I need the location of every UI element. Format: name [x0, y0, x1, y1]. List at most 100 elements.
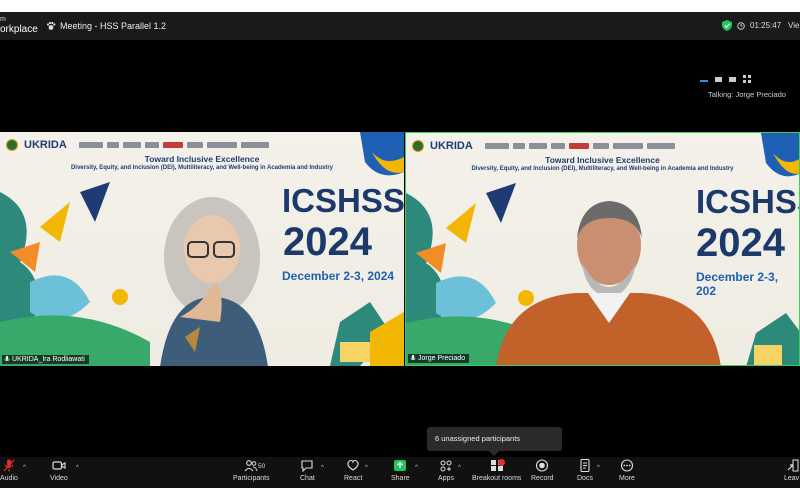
- participant-name: UKRIDA_Ira Rodliawati: [12, 356, 85, 363]
- video-tile-2[interactable]: UKRIDA Toward Inclusive Excellence Diver…: [405, 132, 800, 366]
- participants-label: Participants: [233, 475, 270, 482]
- chat-button[interactable]: Chat: [300, 459, 315, 482]
- sponsor-logos: UKRIDA: [406, 139, 799, 153]
- apps-label: Apps: [438, 475, 454, 482]
- stack-view-icon[interactable]: [729, 76, 736, 82]
- meeting-title-text: Meeting - HSS Parallel 1.2: [60, 21, 167, 31]
- leave-button[interactable]: Leav: [784, 459, 799, 482]
- share-label: Share: [391, 475, 410, 482]
- sponsor-logo: [206, 142, 237, 148]
- timer-text: 01:25:47: [750, 21, 782, 30]
- sponsor-logo: [106, 142, 119, 148]
- grid-view-icon[interactable]: [743, 75, 751, 83]
- video-camera-icon: [52, 461, 66, 470]
- more-button[interactable]: More: [619, 459, 635, 482]
- sponsor-logo: [550, 143, 565, 149]
- chat-icon: [301, 460, 313, 472]
- chevron-up-icon[interactable]: ^: [458, 465, 461, 471]
- apps-icon: [440, 460, 452, 472]
- video-button[interactable]: Video: [50, 459, 68, 482]
- more-icon: [620, 459, 634, 472]
- title-bar: m orkplace Meeting - HSS Parallel 1.2 01…: [0, 12, 800, 40]
- university-name: UKRIDA: [430, 140, 473, 152]
- breakout-label: Breakout rooms: [472, 475, 522, 482]
- banner-headline: Toward Inclusive Excellence Diversity, E…: [0, 154, 404, 171]
- speaker-view-icon[interactable]: [700, 80, 708, 82]
- sponsor-logo: [568, 143, 589, 149]
- meeting-timer[interactable]: 01:25:47: [722, 20, 781, 31]
- participant-video-icon: [496, 201, 721, 365]
- headline-title: Toward Inclusive Excellence: [144, 154, 260, 164]
- shield-icon: [722, 20, 732, 31]
- meeting-title: Meeting - HSS Parallel 1.2: [46, 21, 166, 31]
- mic-off-icon: [3, 459, 15, 472]
- chevron-up-icon[interactable]: ^: [23, 465, 26, 471]
- audio-button[interactable]: Audio: [0, 459, 18, 482]
- app-brand: m orkplace: [0, 15, 38, 35]
- document-icon: [580, 459, 590, 472]
- chevron-up-icon[interactable]: ^: [415, 465, 418, 471]
- top-edge: [0, 0, 800, 12]
- apps-button[interactable]: Apps: [438, 459, 454, 482]
- event-year: 2024: [283, 220, 372, 264]
- clock-icon: [737, 21, 745, 30]
- chevron-up-icon[interactable]: ^: [365, 465, 368, 471]
- sponsor-logo: [646, 143, 675, 149]
- participant-name-tag: Jorge Preciado: [408, 354, 470, 363]
- mic-muted-icon: [4, 356, 10, 362]
- record-icon: [536, 459, 549, 472]
- share-button[interactable]: Share: [391, 459, 410, 482]
- headline-subtitle: Diversity, Equity, and Inclusion (DEI), …: [471, 166, 734, 172]
- chevron-up-icon[interactable]: ^: [321, 465, 324, 471]
- more-label: More: [619, 475, 635, 482]
- notification-badge: [498, 459, 505, 466]
- view-button[interactable]: Vie: [788, 21, 799, 30]
- sponsor-logo: [162, 142, 183, 148]
- sponsor-logo: [484, 143, 509, 149]
- participant-name: Jorge Preciado: [418, 355, 466, 362]
- video-label: Video: [50, 475, 68, 482]
- breakout-tooltip: 6 unassigned participants: [427, 427, 562, 456]
- sponsor-logo: [528, 143, 547, 149]
- banner-headline: Toward Inclusive Excellence Diversity, E…: [406, 155, 799, 172]
- react-button[interactable]: React: [344, 459, 362, 482]
- record-button[interactable]: Record: [531, 459, 554, 482]
- breakout-rooms-button[interactable]: Breakout rooms: [472, 459, 521, 482]
- chevron-up-icon[interactable]: ^: [597, 465, 600, 471]
- headline-subtitle: Diversity, Equity, and Inclusion (DEI), …: [70, 165, 334, 171]
- participants-count: 50: [258, 463, 266, 470]
- share-screen-icon: [394, 460, 407, 471]
- brand-line2: orkplace: [0, 24, 38, 35]
- sponsor-logo: [78, 142, 103, 148]
- sponsor-logo: [612, 143, 643, 149]
- docs-label: Docs: [577, 475, 593, 482]
- university-seal-icon: [6, 139, 18, 151]
- sponsor-logo: [240, 142, 269, 148]
- record-label: Record: [531, 475, 554, 482]
- mic-muted-icon: [410, 355, 416, 361]
- chevron-up-icon[interactable]: ^: [76, 465, 79, 471]
- chat-label: Chat: [300, 475, 315, 482]
- university-name: UKRIDA: [24, 139, 67, 151]
- event-dates: December 2-3, 2024: [282, 269, 395, 283]
- participants-icon: [244, 460, 258, 472]
- docs-button[interactable]: Docs: [577, 459, 593, 482]
- meeting-toolbar: Audio ^ Video ^ Participants 50 Chat ^ R…: [0, 457, 800, 488]
- sponsor-logos: UKRIDA: [0, 138, 404, 152]
- event-name: ICSHSS: [282, 182, 404, 219]
- leave-icon: [787, 459, 799, 472]
- bottom-edge: [0, 488, 800, 500]
- paw-icon: [46, 21, 56, 30]
- sponsor-logo: [512, 143, 525, 149]
- gallery-view-icon[interactable]: [715, 76, 722, 82]
- participant-video-icon: [160, 197, 268, 366]
- view-switcher: [700, 75, 751, 83]
- react-label: React: [344, 475, 363, 482]
- headline-title: Toward Inclusive Excellence: [545, 155, 660, 165]
- audio-label: Audio: [0, 475, 18, 482]
- sponsor-logo: [144, 142, 159, 148]
- leave-label: Leav: [784, 475, 800, 482]
- heart-icon: [347, 459, 359, 471]
- university-seal-icon: [412, 140, 424, 152]
- video-tile-1[interactable]: UKRIDA Toward Inclusive Excellence Diver…: [0, 132, 404, 366]
